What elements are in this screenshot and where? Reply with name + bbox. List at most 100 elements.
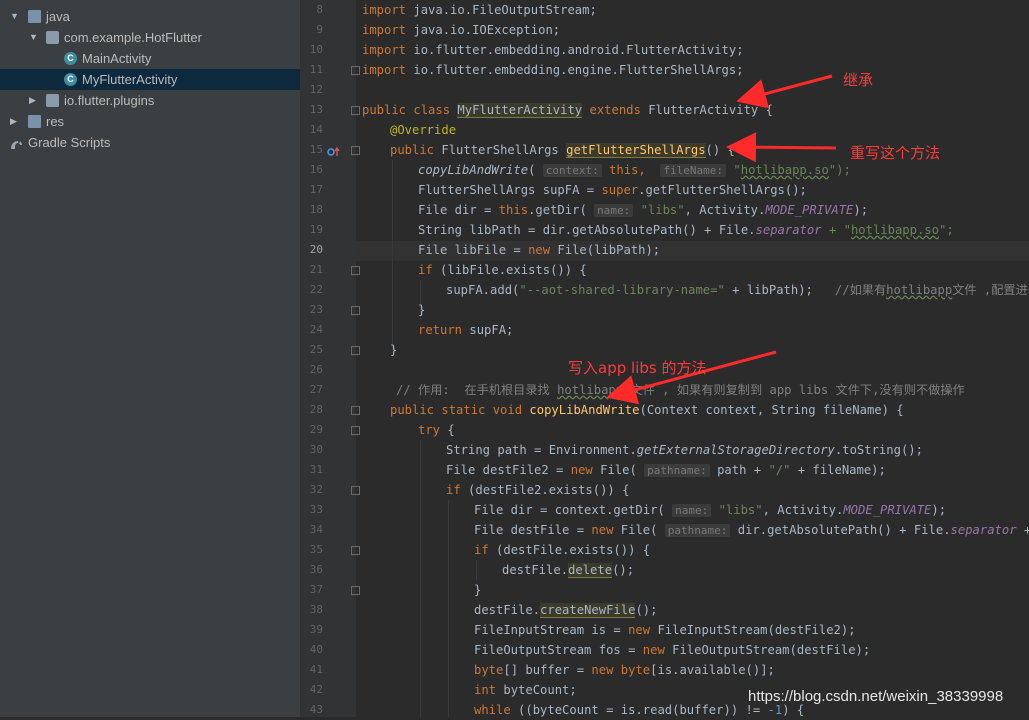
code-line-9: import java.io.IOException; <box>362 20 560 40</box>
code-token: import <box>362 3 407 17</box>
code-line-33: File dir = context.getDir( name: "libs",… <box>474 500 946 520</box>
code-token: File dir = <box>418 203 499 217</box>
package-icon <box>46 94 59 107</box>
code-token: " <box>726 163 741 177</box>
line-number: 34 <box>309 523 323 536</box>
code-token: 文件 , 如果有则复制到 app libs 文件下,没有则不做操作 <box>623 383 965 397</box>
gradle-icon <box>9 136 22 149</box>
code-line-39: FileInputStream is = new FileInputStream… <box>474 620 856 640</box>
line-number: 22 <box>309 283 323 296</box>
code-line-24: return supFA; <box>418 320 513 340</box>
line-number: 20 <box>309 243 323 256</box>
code-token: if <box>418 263 441 277</box>
tree-item-gradle-scripts[interactable]: Gradle Scripts <box>0 132 300 153</box>
line-number: 36 <box>309 563 323 576</box>
code-token: if <box>474 543 497 557</box>
code-line-25: } <box>390 340 397 360</box>
tree-item-label: Gradle Scripts <box>28 135 111 150</box>
code-line-35: if (destFile.exists()) { <box>474 540 650 560</box>
line-number: 8 <box>316 3 323 16</box>
code-line-41: byte[] buffer = new byte[is.available()]… <box>474 660 775 680</box>
line-number: 11 <box>309 63 323 76</box>
code-token: new <box>642 643 673 657</box>
expand-arrow-icon[interactable]: ▶ <box>10 111 22 132</box>
line-number: 39 <box>309 623 323 636</box>
line-number: 23 <box>309 303 323 316</box>
code-token: FileInputStream(destFile2); <box>657 623 856 637</box>
line-number: 17 <box>309 183 323 196</box>
code-token: import <box>362 43 407 57</box>
code-token: () { <box>705 143 735 157</box>
tree-item-label: MainActivity <box>82 51 152 66</box>
code-token: return <box>418 323 470 337</box>
code-line-38: destFile.createNewFile(); <box>474 600 657 620</box>
code-token: [is.available()]; <box>650 663 775 677</box>
code-token: byte <box>474 663 504 677</box>
expand-arrow-icon[interactable]: ▶ <box>29 90 41 111</box>
code-token: int <box>474 683 504 697</box>
code-token: [] buffer = <box>503 663 592 677</box>
code-token: @Override <box>390 123 457 137</box>
code-token: createNewFile <box>540 603 636 618</box>
code-token: destFile. <box>474 603 541 617</box>
code-token: separator <box>950 523 1017 537</box>
line-number: 10 <box>309 43 323 56</box>
code-line-11: import io.flutter.embedding.engine.Flutt… <box>362 60 744 80</box>
code-token: extends <box>582 103 649 117</box>
annotation-override: 重写这个方法 <box>850 144 941 162</box>
code-token: new <box>591 663 621 677</box>
code-token: getFlutterShellArgs <box>566 143 706 158</box>
code-token: File(libPath); <box>557 243 661 257</box>
code-token: getExternalStorageDirectory <box>636 443 835 457</box>
line-number: 19 <box>309 223 323 236</box>
code-token: "libs" <box>633 203 685 217</box>
code-token: import <box>362 63 407 77</box>
code-line-15: public FlutterShellArgs getFlutterShellA… <box>390 140 735 160</box>
param-hint: fileName: <box>660 164 727 177</box>
code-token: copyLibAndWrite <box>529 403 640 417</box>
code-token: public class <box>362 103 458 117</box>
package-icon <box>46 31 59 44</box>
code-token: } <box>390 343 398 357</box>
tree-item-flutter-plugins[interactable]: ▶ io.flutter.plugins <box>0 90 300 111</box>
tree-item-java[interactable]: ▼ java <box>0 6 300 27</box>
code-token: ((byteCount = is.read(buffer)) != <box>518 703 768 717</box>
tree-item-myflutteractivity[interactable]: C MyFlutterActivity <box>0 69 300 90</box>
line-number: 29 <box>309 423 323 436</box>
tree-item-res[interactable]: ▶ res <box>0 111 300 132</box>
line-number: 13 <box>309 103 323 116</box>
line-number: 31 <box>309 463 323 476</box>
code-token: FileOutputStream fos = <box>474 643 643 657</box>
tree-item-package-hotflutter[interactable]: ▼ com.example.HotFlutter <box>0 27 300 48</box>
code-token: FileOutputStream(destFile); <box>672 643 871 657</box>
line-number: 26 <box>309 363 323 376</box>
code-token: "/" <box>768 463 791 477</box>
code-token: ) { <box>782 703 805 717</box>
code-token: , Activity. <box>684 203 766 217</box>
code-line-31: File destFile2 = new File( pathname: pat… <box>446 460 886 480</box>
param-hint: name: <box>672 504 712 517</box>
code-line-17: FlutterShellArgs supFA = super.getFlutte… <box>418 180 807 200</box>
override-method-icon[interactable] <box>327 145 343 163</box>
code-token: File dir = context.getDir( <box>474 503 673 517</box>
expand-arrow-icon[interactable]: ▼ <box>29 27 41 48</box>
code-token: // 作用: 在手机根目录找 <box>396 383 558 397</box>
line-number: 42 <box>309 683 323 696</box>
code-token: .getFlutterShellArgs(); <box>638 183 807 197</box>
tree-item-mainactivity[interactable]: C MainActivity <box>0 48 300 69</box>
expand-arrow-icon[interactable]: ▼ <box>10 6 22 27</box>
line-number: 15 <box>309 143 323 156</box>
code-token: (); <box>635 603 658 617</box>
code-token: "libs" <box>711 503 763 517</box>
code-line-40: FileOutputStream fos = new FileOutputStr… <box>474 640 870 660</box>
code-line-32: if (destFile2.exists()) { <box>446 480 629 500</box>
code-token: destFile. <box>502 563 569 577</box>
code-token: this, <box>601 163 661 177</box>
param-hint: name: <box>594 204 634 217</box>
code-token: MODE_PRIVATE <box>765 203 854 217</box>
code-token: this <box>498 203 529 217</box>
code-token: new <box>591 523 621 537</box>
code-token: path + <box>709 463 769 477</box>
code-token: File destFile = <box>474 523 592 537</box>
tree-item-label: com.example.HotFlutter <box>64 30 202 45</box>
